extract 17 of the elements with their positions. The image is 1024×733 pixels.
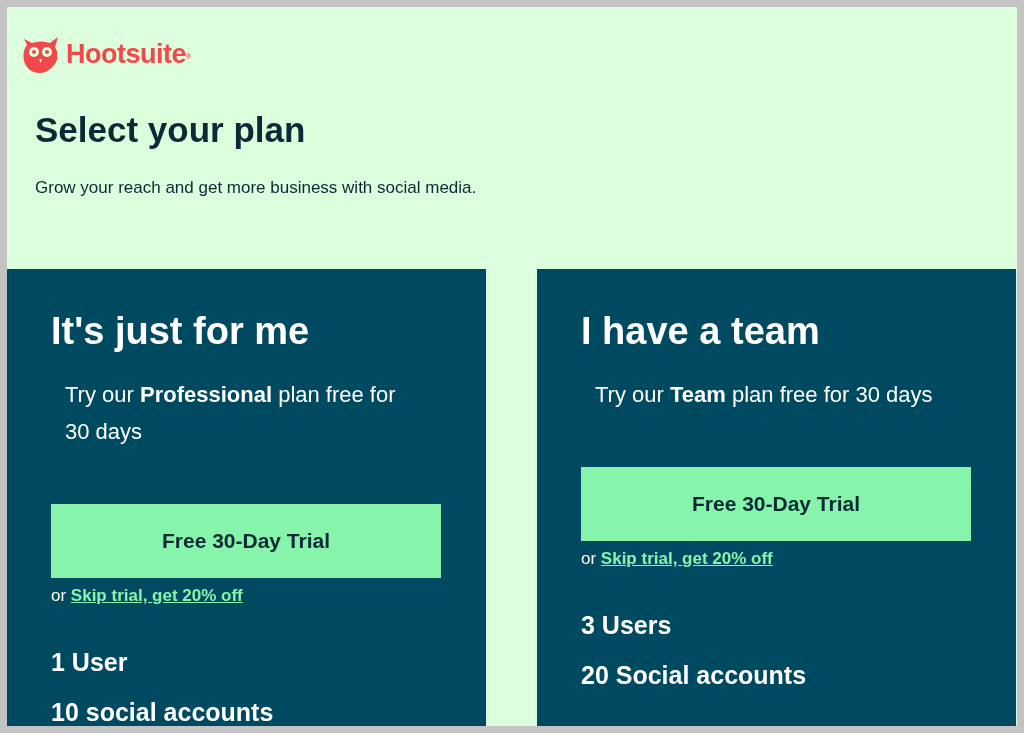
brand-name: Hootsuite$^{®}$	[66, 40, 191, 68]
skip-trial-text: or Skip trial, get 20% off	[581, 548, 774, 571]
plan-title: It's just for me	[51, 308, 311, 354]
free-trial-button[interactable]: Free 30-Day Trial	[581, 467, 971, 542]
skip-trial-text: or Skip trial, get 20% off	[51, 585, 244, 608]
plan-feature: 1 User	[51, 646, 129, 677]
plan-feature: 10 social accounts	[51, 696, 275, 726]
page-subtitle: Grow your reach and get more business with social media.	[35, 177, 478, 199]
plan-description: Try our Professional plan free for 30 days	[65, 381, 397, 447]
skip-trial-link[interactable]: Skip trial, get 20% off	[70, 586, 243, 606]
free-trial-button[interactable]: Free 30-Day Trial	[51, 504, 441, 579]
plan-title: I have a team	[581, 308, 821, 354]
plan-description: Try our Team plan free for 30 days	[595, 381, 934, 410]
page-title: Select your plan	[35, 109, 307, 151]
plan-feature: 20 Social accounts	[581, 659, 808, 690]
plan-feature: 3 Users	[581, 609, 673, 640]
skip-trial-link[interactable]: Skip trial, get 20% off	[600, 549, 773, 569]
